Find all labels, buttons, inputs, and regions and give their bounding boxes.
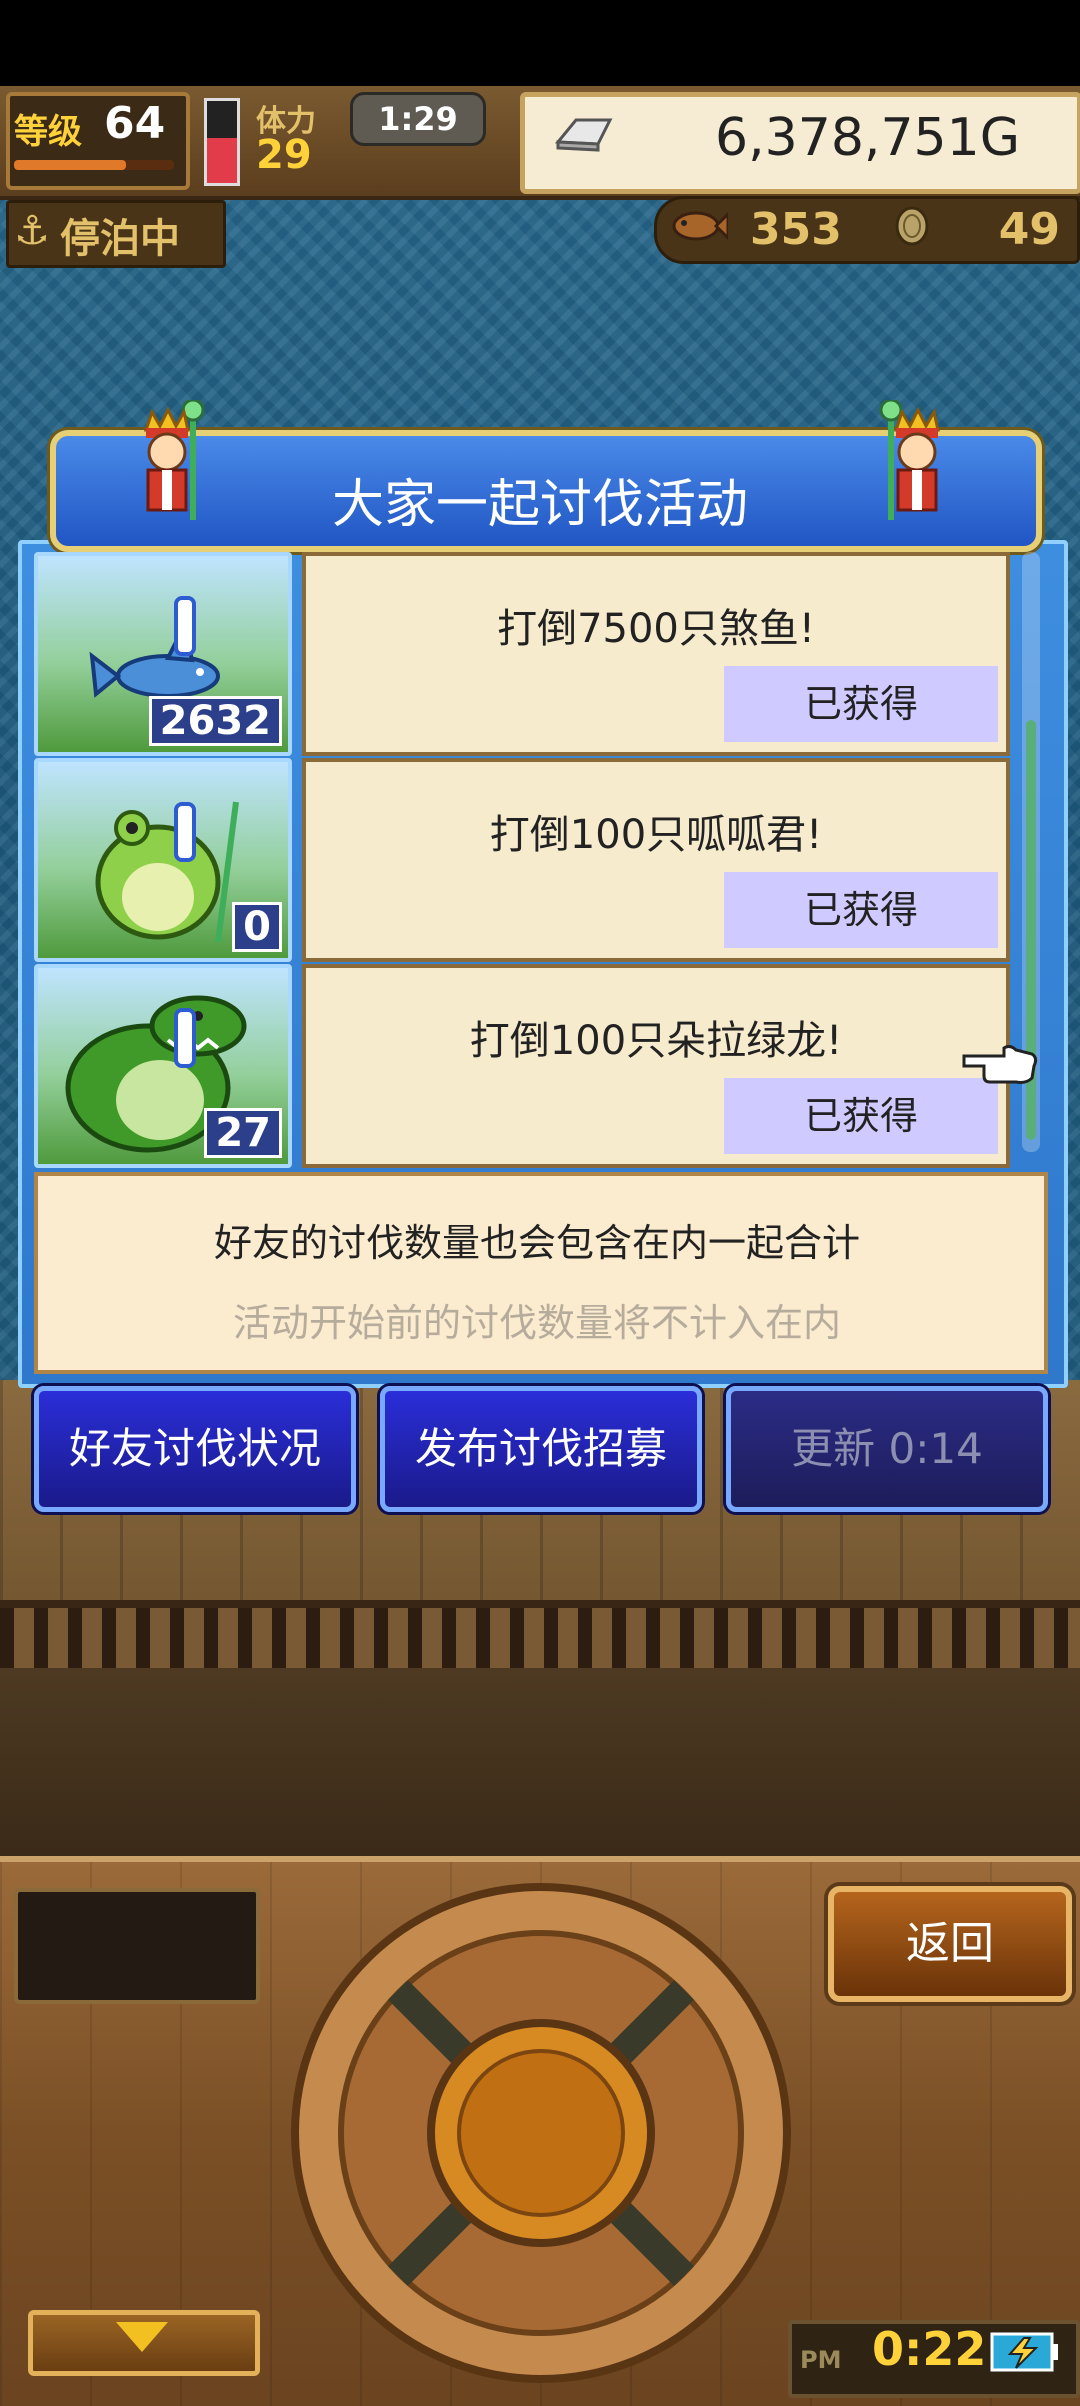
frog-monster-icon: [95, 801, 239, 943]
stamina-gauge: [204, 98, 240, 186]
defeat-count: 0: [232, 902, 282, 952]
clock-time: 0:22: [872, 2322, 987, 2376]
quest-title: 打倒100只朵拉绿龙!: [469, 1018, 843, 1064]
ship-hull: [0, 1668, 1080, 1856]
alert-icon: [174, 802, 196, 862]
level-progress-bar: [14, 160, 174, 170]
level-progress-fill: [14, 160, 126, 170]
chevron-down-icon: [116, 2322, 168, 2352]
alert-icon: [174, 596, 196, 656]
pointing-hand-icon: [962, 1044, 1038, 1084]
frog-monster-icon: 0: [34, 758, 292, 962]
ship-railing: [0, 1600, 1080, 1676]
quest-title: 打倒7500只煞鱼!: [497, 606, 815, 652]
stamina-timer: 1:29: [350, 92, 486, 146]
shark-monster-icon: 2632: [34, 552, 292, 756]
silver-bar-icon: [554, 118, 613, 152]
clock-ampm: PM: [800, 2346, 842, 2374]
hunt-quest-row[interactable]: 打倒100只呱呱君! 已获得: [302, 758, 1010, 962]
obtained-badge: 已获得: [724, 872, 998, 948]
anchor-icon: ⚓: [14, 208, 50, 254]
minimap-panel: [14, 1888, 260, 2004]
obtained-badge: 已获得: [724, 1078, 998, 1154]
friend-hunt-status-button[interactable]: 好友讨伐状况: [34, 1386, 356, 1512]
coin-count: 49: [998, 204, 1060, 255]
back-button[interactable]: 返回: [828, 1886, 1072, 2002]
defeat-count: 27: [204, 1108, 282, 1158]
ship-wheel-icon[interactable]: [288, 1880, 794, 2386]
green-dragon-icon: 27: [34, 964, 292, 1168]
update-button[interactable]: 更新 0:14: [726, 1386, 1048, 1512]
hunt-quest-row[interactable]: 打倒100只朵拉绿龙! 已获得: [302, 964, 1010, 1168]
anchored-label: 停泊中: [60, 216, 180, 262]
status-bar: [0, 0, 1080, 86]
gold-amount: 6,378,751G: [715, 108, 1020, 168]
stamina-value: 29: [256, 132, 312, 178]
coin-icon: [895, 206, 929, 246]
quest-title: 打倒100只呱呱君!: [489, 812, 823, 858]
info-text-secondary: 活动开始前的讨伐数量将不计入在内: [232, 1301, 841, 1345]
level-value: 64: [104, 98, 166, 149]
alert-icon: [174, 1008, 196, 1068]
obtained-badge: 已获得: [724, 666, 998, 742]
post-hunt-recruit-button[interactable]: 发布讨伐招募: [380, 1386, 702, 1512]
energy-icon: [990, 2332, 1058, 2372]
stamina-gauge-fill: [207, 137, 237, 183]
level-label: 等级: [14, 112, 82, 152]
fish-count: 353: [750, 204, 842, 255]
fish-icon: [672, 211, 728, 241]
defeat-count: 2632: [148, 696, 282, 746]
info-text-primary: 好友的讨伐数量也会包含在内一起合计: [213, 1221, 860, 1265]
hunt-quest-row[interactable]: 打倒7500只煞鱼! 已获得: [302, 552, 1010, 756]
dialog-title: 大家一起讨伐活动: [331, 475, 748, 535]
